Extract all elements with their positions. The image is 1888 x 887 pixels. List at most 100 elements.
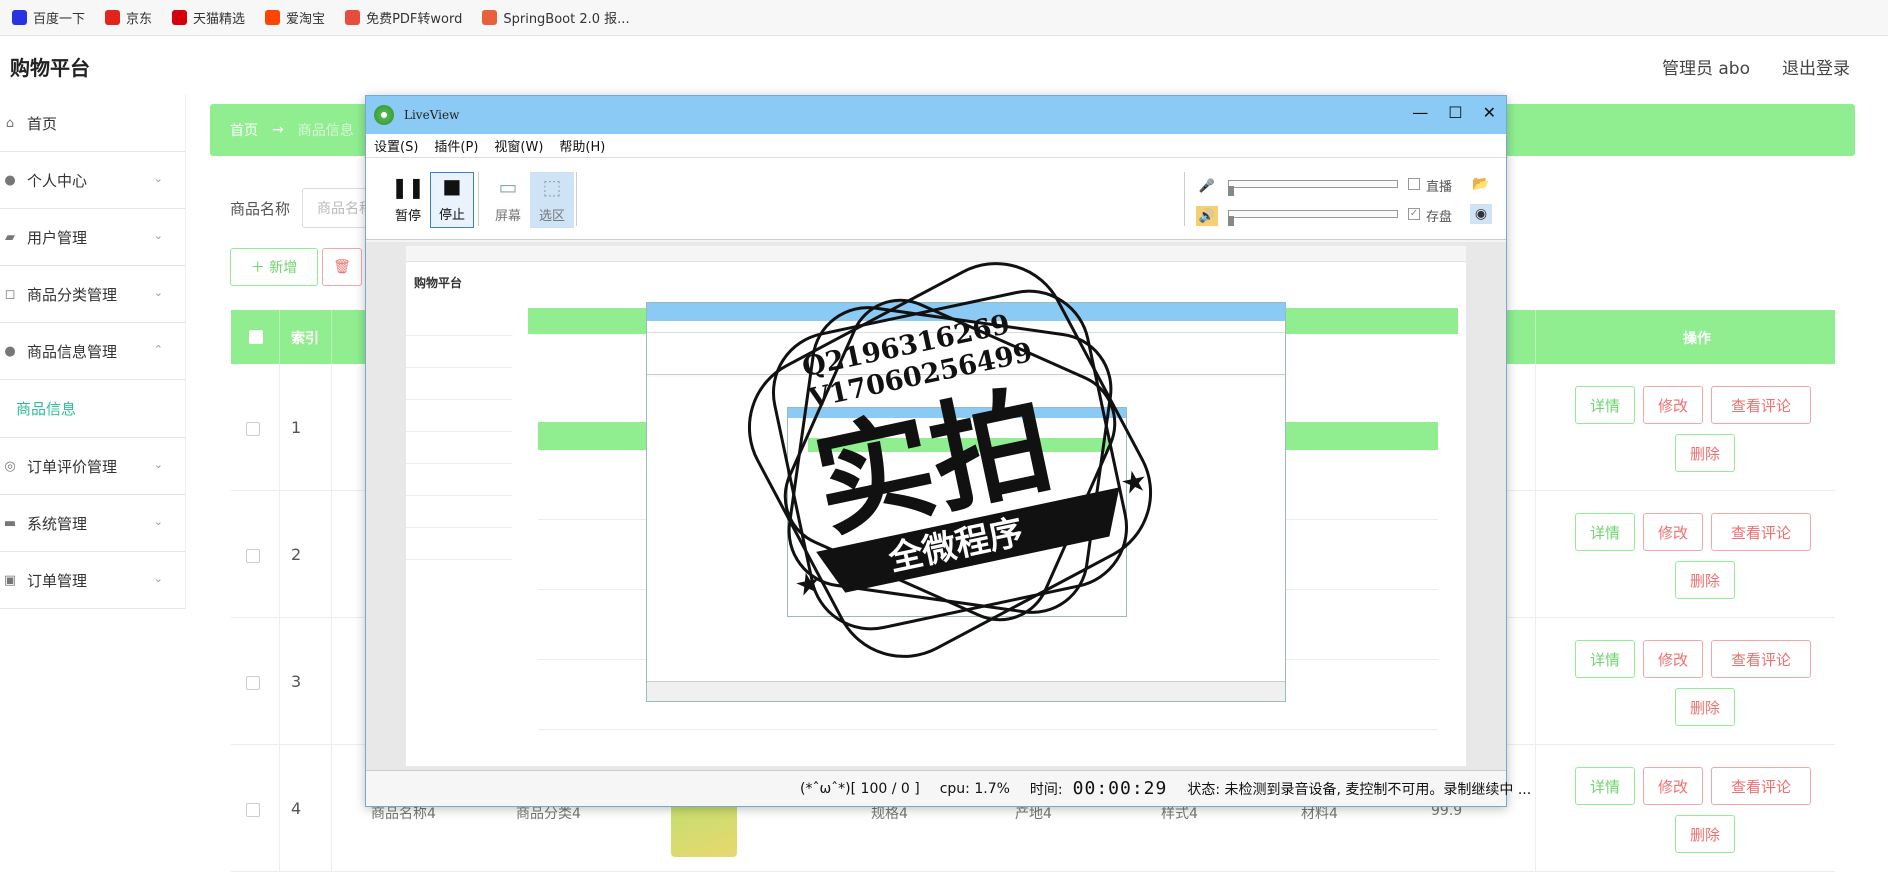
column-divider (331, 364, 332, 491)
bookmark-item[interactable]: 京东 (105, 8, 152, 27)
sidebar-item-users[interactable]: ▰ 用户管理 ⌄ (0, 209, 185, 266)
edit-button[interactable]: 修改 (1643, 640, 1703, 678)
logout-link[interactable]: 退出登录 (1782, 54, 1850, 79)
detail-button[interactable]: 详情 (1575, 386, 1635, 424)
column-divider (331, 618, 332, 745)
chevron-down-icon: ⌄ (153, 286, 163, 299)
region-button[interactable]: ⬚ 选区 (530, 172, 574, 228)
bookmark-item[interactable]: 天猫精选 (172, 8, 245, 27)
row-checkbox[interactable] (246, 803, 260, 817)
row-delete-button[interactable]: 删除 (1675, 561, 1735, 599)
mic-row: 🎤 直播 📂 (1186, 174, 1496, 198)
users-icon: ▰ (5, 229, 15, 245)
column-divider (1535, 310, 1536, 364)
menu-view[interactable]: 视窗(W) (494, 136, 543, 155)
detail-button[interactable]: 详情 (1575, 640, 1635, 678)
mic-slider-knob[interactable] (1228, 186, 1234, 196)
edit-button[interactable]: 修改 (1643, 513, 1703, 551)
preview-sidebar-item (406, 336, 512, 368)
liveview-titlebar[interactable]: LiveView — ☐ ✕ (366, 96, 1506, 134)
bookmark-item[interactable]: 免费PDF转word (345, 8, 462, 27)
preview-sidebar-item (406, 304, 512, 336)
preview-sidebar (406, 304, 512, 560)
add-button[interactable]: ＋ 新增 (230, 248, 318, 286)
select-all-checkbox[interactable] (249, 330, 263, 344)
bookmark-item[interactable]: 百度一下 (12, 8, 85, 27)
menu-plugins[interactable]: 插件(P) (434, 136, 478, 155)
eye-icon[interactable]: ◉ (1470, 204, 1492, 224)
stop-button[interactable]: ■ 停止 (430, 172, 474, 228)
view-comments-button[interactable]: 查看评论 (1711, 513, 1811, 551)
column-divider (1535, 618, 1536, 745)
speaker-row: 🔊 ✓ 存盘 ◉ (1186, 204, 1496, 228)
sidebar-item-system[interactable]: ▬ 系统管理 ⌄ (0, 495, 185, 552)
stop-icon: ■ (442, 174, 462, 198)
menu-settings[interactable]: 设置(S) (374, 136, 418, 155)
bookmarks-bar: 百度一下 京东 天猫精选 爱淘宝 免费PDF转word SpringBoot 2.0 报.… (0, 0, 1888, 36)
sidebar-item-orders[interactable]: ▣ 订单管理 ⌄ (0, 552, 185, 609)
detail-button[interactable]: 详情 (1575, 767, 1635, 805)
user-icon: ● (4, 172, 16, 188)
delete-button[interactable]: 🗑 (322, 248, 362, 286)
pause-button[interactable]: ❚❚ 暂停 (386, 172, 430, 228)
chevron-down-icon: ⌄ (153, 572, 163, 585)
admin-label: 管理员 abo (1661, 59, 1750, 79)
window-controls: — ☐ ✕ (1412, 103, 1496, 122)
speaker-slider[interactable] (1228, 210, 1398, 218)
row-checkbox[interactable] (246, 549, 260, 563)
row-index: 4 (291, 799, 302, 818)
close-icon[interactable]: ✕ (1483, 103, 1496, 122)
row-checkbox[interactable] (246, 422, 260, 436)
menu-help[interactable]: 帮助(H) (559, 136, 605, 155)
sidebar-item-label: 个人中心 (27, 171, 88, 190)
column-divider (331, 491, 332, 618)
column-divider (279, 618, 280, 745)
detail-button[interactable]: 详情 (1575, 513, 1635, 551)
sidebar-item-profile[interactable]: ● 个人中心 ⌄ (0, 152, 185, 209)
edit-button[interactable]: 修改 (1643, 386, 1703, 424)
region-label: 选区 (538, 209, 565, 224)
row-checkbox[interactable] (246, 676, 260, 690)
header-index: 索引 (291, 331, 319, 347)
view-comments-button[interactable]: 查看评论 (1711, 767, 1811, 805)
bookmark-label: 百度一下 (33, 12, 86, 27)
column-divider (279, 745, 280, 872)
row-delete-button[interactable]: 删除 (1675, 815, 1735, 853)
row-delete-button[interactable]: 删除 (1675, 434, 1735, 472)
maximize-icon[interactable]: ☐ (1448, 103, 1462, 122)
deep-content (808, 438, 1108, 452)
sidebar-item-label: 首页 (27, 114, 58, 133)
liveview-statusbar: (*ˆωˆ*)[ 100 / 0 ] cpu: 1.7% 时间: 00:00:2… (366, 770, 1531, 806)
nested-titlebar (647, 303, 1285, 321)
sidebar-item-label: 订单评价管理 (27, 457, 118, 476)
row-index: 3 (291, 672, 302, 691)
review-icon: ◎ (4, 458, 16, 474)
sidebar-item-product[interactable]: ● 商品信息管理 ⌃ (0, 323, 185, 380)
preview-sidebar-item (406, 464, 512, 496)
bookmark-item[interactable]: SpringBoot 2.0 报... (482, 8, 630, 27)
live-checkbox[interactable] (1408, 178, 1420, 190)
mic-slider[interactable] (1228, 180, 1398, 188)
edit-button[interactable]: 修改 (1643, 767, 1703, 805)
save-checkbox[interactable]: ✓ (1408, 208, 1420, 220)
screen-button[interactable]: ▭ 屏幕 (486, 172, 530, 228)
folder-icon[interactable]: 📂 (1470, 174, 1492, 194)
column-divider (279, 310, 280, 364)
region-icon: ⬚ (542, 175, 562, 199)
sidebar-item-home[interactable]: ⌂ 首页 (0, 95, 185, 152)
view-comments-button[interactable]: 查看评论 (1711, 640, 1811, 678)
speaker-slider-knob[interactable] (1228, 216, 1234, 226)
view-comments-button[interactable]: 查看评论 (1711, 386, 1811, 424)
sidebar-item-category[interactable]: ◻ 商品分类管理 ⌄ (0, 266, 185, 323)
sidebar-subitem-product-info[interactable]: 商品信息 (0, 380, 185, 438)
status-time-label: 时间: (1029, 781, 1063, 798)
taobao-icon (265, 10, 281, 25)
row-delete-button[interactable]: 删除 (1675, 688, 1735, 726)
bookmark-item[interactable]: 爱淘宝 (265, 8, 325, 27)
audio-controls: 🎤 直播 📂 🔊 ✓ 存盘 ◉ (1186, 174, 1496, 228)
breadcrumb-home[interactable]: 首页 (230, 120, 258, 140)
minimize-icon[interactable]: — (1412, 103, 1428, 122)
sidebar-item-reviews[interactable]: ◎ 订单评价管理 ⌄ (0, 438, 185, 495)
chevron-up-icon: ⌃ (153, 343, 163, 356)
row-index: 1 (291, 418, 302, 437)
